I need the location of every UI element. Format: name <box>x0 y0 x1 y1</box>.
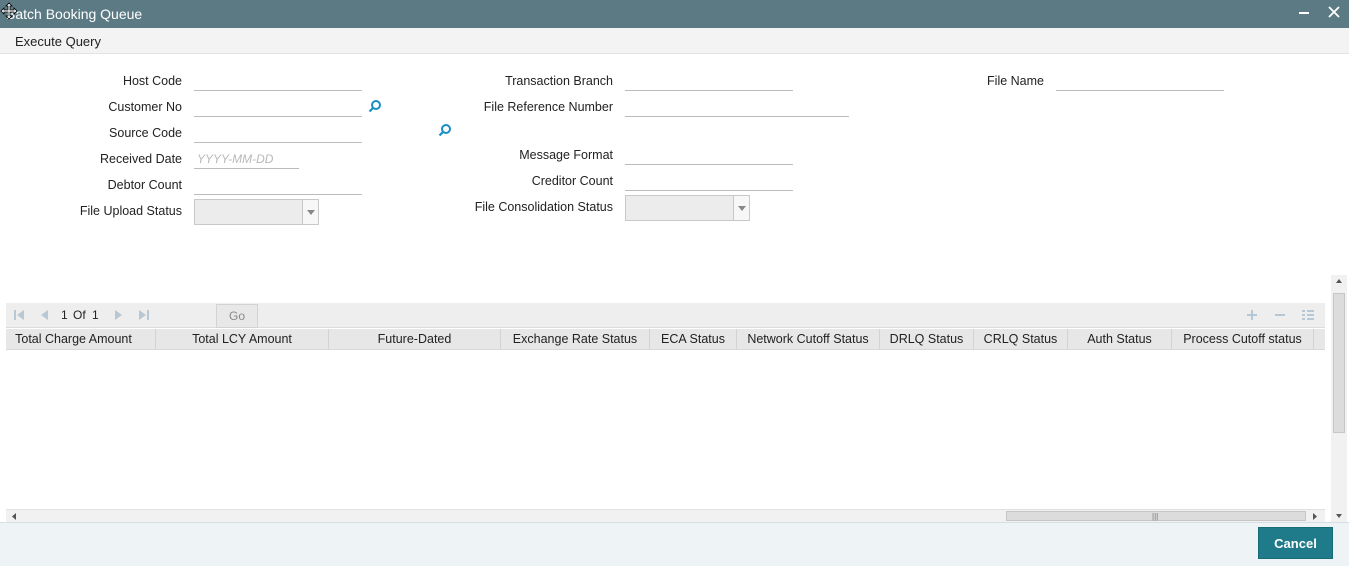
file-upload-status-label: File Upload Status <box>79 204 182 218</box>
received-date-label: Received Date <box>100 152 182 166</box>
transaction-branch-input[interactable] <box>625 71 793 91</box>
creditor-count-input[interactable] <box>625 171 793 191</box>
grid-toolbar: 1 Of 1 Go <box>6 303 1325 328</box>
scroll-up-icon[interactable] <box>1335 277 1343 285</box>
chevron-down-icon[interactable] <box>733 196 749 220</box>
creditor-count-label: Creditor Count <box>531 174 613 188</box>
chevron-down-icon[interactable] <box>302 200 318 224</box>
horizontal-scroll-thumb[interactable]: ||| <box>1006 511 1306 521</box>
go-button[interactable]: Go <box>216 304 258 328</box>
file-name-label: File Name <box>987 74 1044 88</box>
footer-bar: Cancel <box>0 522 1349 566</box>
column-header[interactable]: Exchange Rate Status <box>501 329 650 349</box>
file-reference-number-label: File Reference Number <box>483 100 613 114</box>
column-header[interactable]: Total Charge Amount <box>6 329 156 349</box>
debtor-count-label: Debtor Count <box>107 178 182 192</box>
next-page-icon[interactable] <box>112 308 126 322</box>
add-row-icon[interactable] <box>1245 308 1259 322</box>
menu-bar: Execute Query <box>0 28 1349 54</box>
message-format-label: Message Format <box>519 148 613 162</box>
move-cursor-icon <box>0 2 18 20</box>
column-header[interactable]: Process Cutoff status <box>1172 329 1314 349</box>
first-page-icon[interactable] <box>12 308 26 322</box>
search-icon[interactable] <box>368 99 382 113</box>
scroll-thumb-grip: ||| <box>1152 512 1159 521</box>
window-title: Batch Booking Queue <box>6 6 143 22</box>
transaction-branch-label: Transaction Branch <box>505 74 613 88</box>
window-title-bar: Batch Booking Queue <box>0 0 1349 28</box>
current-page: 1 <box>61 308 68 322</box>
column-header[interactable]: Total LCY Amount <box>156 329 329 349</box>
execute-query-menu-item[interactable]: Execute Query <box>15 34 101 49</box>
column-header[interactable]: Future-Dated <box>329 329 501 349</box>
vertical-scrollbar[interactable] <box>1331 275 1347 522</box>
file-consolidation-status-label: File Consolidation Status <box>474 200 613 214</box>
delete-row-icon[interactable] <box>1273 308 1287 322</box>
scroll-right-icon[interactable] <box>1311 512 1319 521</box>
grid-body <box>6 350 1325 508</box>
file-reference-number-input[interactable] <box>625 97 849 117</box>
column-header[interactable]: CRLQ Status <box>974 329 1068 349</box>
prev-page-icon[interactable] <box>37 308 51 322</box>
customer-no-label: Customer No <box>108 100 182 114</box>
horizontal-scrollbar[interactable]: ||| <box>6 509 1325 522</box>
debtor-count-input[interactable] <box>194 175 362 195</box>
scroll-left-icon[interactable] <box>10 512 18 521</box>
host-code-input[interactable] <box>194 71 362 91</box>
source-code-input[interactable] <box>194 123 362 143</box>
file-name-input[interactable] <box>1056 71 1224 91</box>
file-consolidation-status-select[interactable] <box>625 195 750 221</box>
column-header[interactable]: DRLQ Status <box>880 329 974 349</box>
received-date-input[interactable] <box>194 149 299 169</box>
grid-header: Total Charge Amount Total LCY Amount Fut… <box>6 329 1325 350</box>
scroll-down-icon[interactable] <box>1335 512 1343 520</box>
file-upload-status-select[interactable] <box>194 199 319 225</box>
cancel-button[interactable]: Cancel <box>1258 527 1333 559</box>
vertical-scroll-thumb[interactable] <box>1333 293 1345 433</box>
column-header[interactable]: ECA Status <box>650 329 737 349</box>
message-format-input[interactable] <box>625 145 793 165</box>
page-of-label: Of <box>73 308 86 322</box>
minimize-icon[interactable] <box>1294 4 1314 24</box>
close-icon[interactable] <box>1324 4 1344 24</box>
search-icon[interactable] <box>438 123 452 137</box>
host-code-label: Host Code <box>122 74 182 88</box>
source-code-label: Source Code <box>109 126 182 140</box>
customer-no-input[interactable] <box>194 97 362 117</box>
column-header[interactable]: Auth Status <box>1068 329 1172 349</box>
last-page-icon[interactable] <box>137 308 151 322</box>
total-pages: 1 <box>92 308 99 322</box>
columns-icon[interactable] <box>1301 308 1315 322</box>
column-header[interactable]: Network Cutoff Status <box>737 329 880 349</box>
